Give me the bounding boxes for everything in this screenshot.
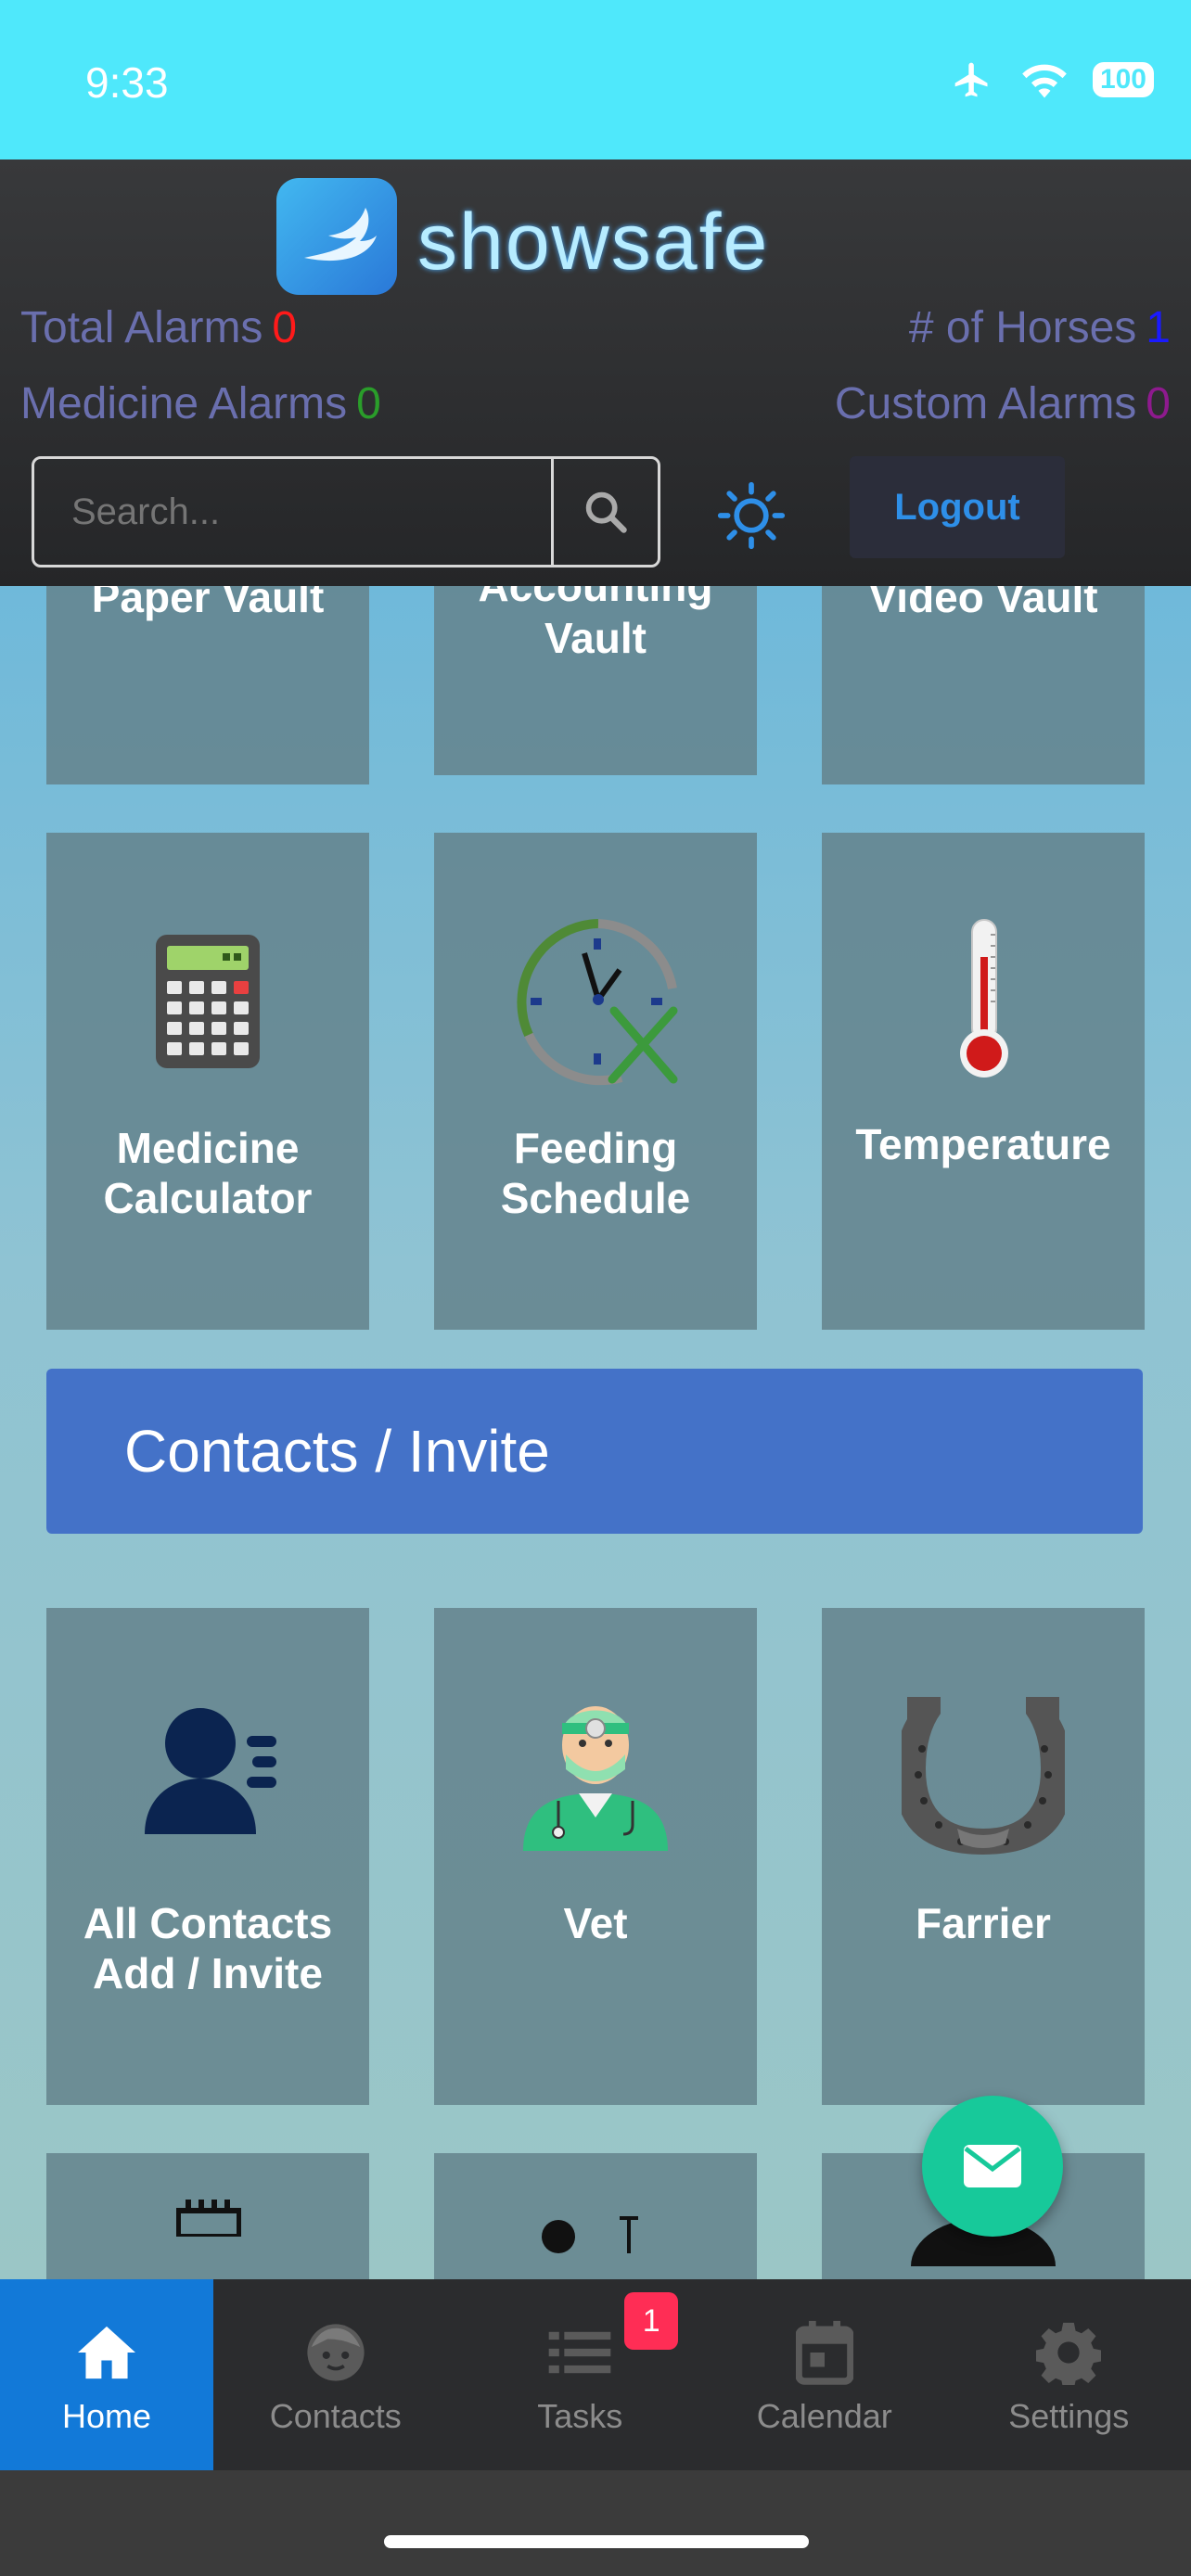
mail-fab-button[interactable] [922,2096,1063,2237]
tile-temperature[interactable]: Temperature [822,833,1145,1330]
wifi-icon [1022,64,1067,98]
tile-label-line2: Add / Invite [93,1949,323,1997]
tab-home-label: Home [61,2397,152,2435]
tile-video-vault[interactable]: Video Vault [822,586,1145,784]
status-icons: 100 [948,59,1154,100]
tile-label-line1: All Contacts [83,1899,333,1947]
tile-feeding-schedule[interactable]: Feeding Schedule [434,833,757,1330]
tile-row4-1[interactable] [46,2153,369,2279]
custom-alarms-label: Custom Alarms [834,379,1137,428]
mail-icon [964,2145,1021,2187]
tab-contacts[interactable]: Contacts [213,2279,458,2470]
tile-label: Vet [563,1899,628,1947]
tab-calendar-label: Calendar [756,2397,892,2435]
vet-icon [523,1706,668,1851]
calculator-icon [156,935,260,1068]
tile-accounting-vault[interactable]: Accounting Vault [434,586,757,775]
total-alarms[interactable]: Total Alarms 0 [20,302,297,353]
tasks-list-icon [548,2331,611,2374]
tile-label: Accounting Vault [478,586,713,662]
horseshoe-icon [902,1697,1065,1855]
battery-level: 100 [1092,62,1154,97]
search-button[interactable] [551,459,658,565]
calendar-tile-icon [176,2200,241,2237]
horses-count[interactable]: # of Horses 1 [909,302,1171,353]
home-indicator[interactable] [384,2535,809,2548]
clock-fork-icon [517,919,678,1086]
horses-label: # of Horses [908,303,1137,352]
tab-tasks-label: Tasks [537,2397,623,2435]
tile-row4-2[interactable] [434,2153,757,2279]
search-input[interactable] [34,459,551,565]
tab-settings[interactable]: Settings [947,2279,1191,2470]
tile-label-line1: Medicine [116,1124,300,1172]
calendar-icon [795,2320,853,2385]
search-bar [32,456,660,567]
airplane-icon [954,62,988,97]
thermometer-icon [960,919,1008,1078]
logout-button[interactable]: Logout [850,456,1065,558]
horse-tile-icon [542,2216,638,2253]
custom-alarms[interactable]: Custom Alarms 0 [835,378,1171,429]
tile-farrier[interactable]: Farrier [822,1608,1145,2105]
tile-label: Paper Vault [91,586,325,621]
tab-contacts-label: Contacts [269,2397,402,2435]
dashboard-content: Paper Vault Accounting Vault Video Vault… [0,586,1191,2279]
medicine-alarms[interactable]: Medicine Alarms 0 [20,378,381,429]
tile-medicine-calculator[interactable]: Medicine Calculator [46,833,369,1330]
tab-home[interactable]: Home [0,2279,213,2470]
contacts-invite-section[interactable]: Contacts / Invite [46,1369,1143,1534]
tile-all-contacts[interactable]: All Contacts Add / Invite [46,1608,369,2105]
search-icon [585,491,627,533]
tile-label-line2: Schedule [500,1174,691,1222]
contacts-face-icon [307,2324,365,2381]
contact-icon [145,1708,276,1834]
home-icon [78,2326,135,2379]
total-alarms-label: Total Alarms [20,303,263,352]
tile-label: Temperature [855,1120,1111,1168]
gear-icon [1036,2322,1102,2385]
home-indicator-area [0,2470,1191,2576]
tasks-badge: 1 [624,2292,679,2350]
status-time: 9:33 [85,58,169,107]
brand-name: showsafe [417,198,770,287]
custom-alarms-value: 0 [1146,379,1171,428]
bottom-tab-bar: Home Contacts Tasks 1 Calendar Settings [0,2279,1191,2470]
tab-calendar[interactable]: Calendar [702,2279,947,2470]
tab-settings-label: Settings [1008,2397,1130,2435]
showsafe-logo-icon [276,178,397,295]
tile-label-line2: Calculator [103,1174,313,1222]
medicine-alarms-label: Medicine Alarms [20,379,348,428]
horses-value: 1 [1146,303,1171,352]
total-alarms-value: 0 [272,303,298,352]
tile-label: Video Vault [868,586,1098,621]
theme-toggle-sun-icon[interactable] [716,480,787,551]
tile-label-line1: Feeding [513,1124,678,1172]
medicine-alarms-value: 0 [356,379,381,428]
tile-label: Farrier [916,1899,1051,1947]
tile-paper-vault[interactable]: Paper Vault [46,586,369,784]
tile-vet[interactable]: Vet [434,1608,757,2105]
tab-tasks[interactable]: Tasks 1 [458,2279,703,2470]
